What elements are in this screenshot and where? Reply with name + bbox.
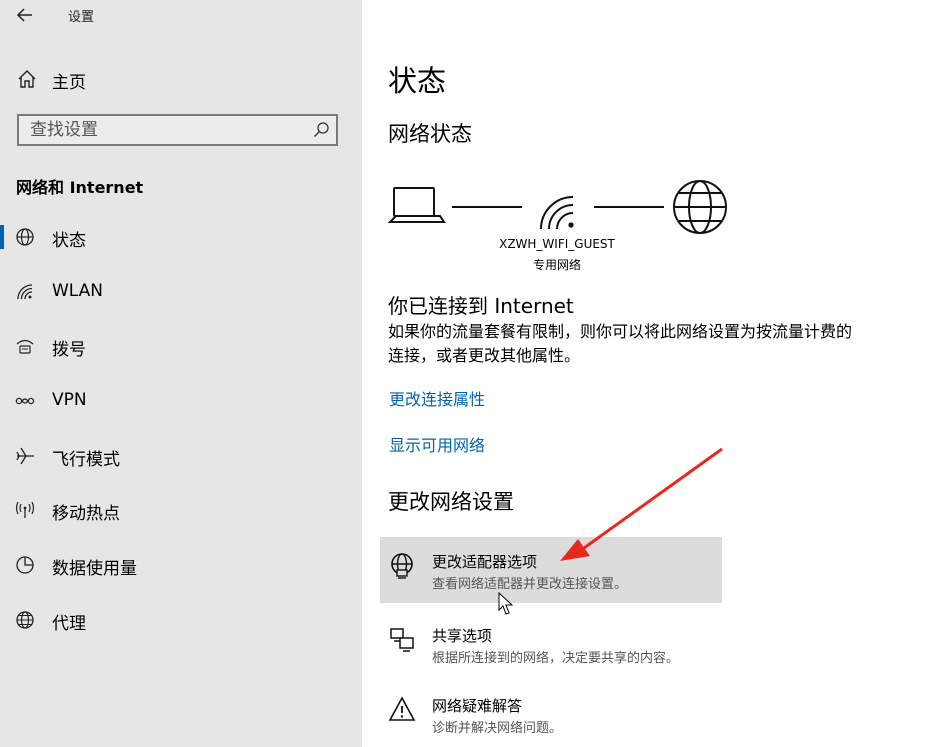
sidebar-item-label: 飞行模式 — [52, 449, 120, 470]
adapter-icon — [391, 553, 413, 579]
back-button[interactable] — [12, 2, 38, 28]
sidebar-item-label: 拨号 — [52, 340, 86, 361]
home-icon — [18, 70, 36, 88]
home-label: 主页 — [52, 73, 86, 93]
proxy-globe-icon — [16, 611, 34, 629]
sidebar-item-label: 数据使用量 — [52, 559, 137, 580]
internet-globe-icon — [673, 180, 727, 234]
back-arrow-icon — [16, 8, 32, 22]
sidebar-item-label: 移动热点 — [52, 504, 120, 525]
window-title: 设置 — [68, 10, 95, 25]
sidebar-item-dialup[interactable]: 拨号 — [0, 319, 362, 374]
sidebar-item-airplane[interactable]: 飞行模式 — [0, 429, 362, 484]
vpn-icon — [15, 397, 35, 405]
page-title: 状态 — [388, 64, 447, 98]
change-settings-heading: 更改网络设置 — [388, 490, 514, 514]
wifi-signal-icon — [540, 196, 574, 230]
sidebar-item-label: 代理 — [52, 613, 86, 634]
airplane-icon — [16, 447, 34, 465]
search-icon[interactable] — [312, 121, 330, 139]
option-description: 根据所连接到的网络，决定要共享的内容。 — [432, 651, 680, 666]
option-description: 诊断并解决网络问题。 — [432, 721, 563, 736]
wifi-icon — [17, 284, 33, 299]
option-title: 网络疑难解答 — [432, 697, 523, 715]
section-title: 网络和 Internet — [16, 178, 144, 197]
connected-title: 你已连接到 Internet — [388, 294, 574, 318]
option-title: 共享选项 — [432, 627, 493, 645]
search-input[interactable] — [19, 116, 310, 144]
option-title: 更改适配器选项 — [432, 553, 538, 571]
sharing-icon — [390, 628, 414, 652]
sidebar-item-hotspot[interactable]: 移动热点 — [0, 483, 362, 538]
option-troubleshoot[interactable]: 网络疑难解答 诊断并解决网络问题。 — [380, 681, 722, 747]
sidebar-item-label: 状态 — [52, 231, 86, 251]
sidebar-item-label: WLAN — [52, 280, 104, 301]
sidebar-item-home[interactable]: 主页 — [0, 60, 362, 98]
network-type: 专用网络 — [532, 258, 581, 272]
sidebar-item-wlan[interactable]: WLAN — [0, 265, 362, 320]
show-available-networks-link[interactable]: 显示可用网络 — [389, 432, 485, 456]
laptop-icon — [387, 187, 446, 223]
option-description: 查看网络适配器并更改连接设置。 — [432, 577, 628, 592]
sidebar-item-label: VPN — [52, 390, 87, 411]
sidebar-item-status[interactable]: 状态 — [0, 210, 362, 265]
data-usage-icon — [16, 556, 34, 574]
warning-icon — [388, 696, 416, 721]
sidebar-item-vpn[interactable]: VPN — [0, 374, 362, 429]
sidebar-nav: 状态 WLAN 拨号 VPN 飞行模式 移动热点 数据使用量 代理 — [0, 210, 362, 648]
network-status-heading: 网络状态 — [388, 122, 472, 146]
sidebar-item-proxy[interactable]: 代理 — [0, 593, 362, 648]
sidebar: 设置 主页 网络和 Internet 状态 — [0, 0, 362, 747]
change-connection-properties-link[interactable]: 更改连接属性 — [389, 386, 485, 410]
sidebar-item-data-usage[interactable]: 数据使用量 — [0, 538, 362, 593]
option-sharing[interactable]: 共享选项 根据所连接到的网络，决定要共享的内容。 — [380, 611, 722, 677]
dialup-icon — [16, 340, 34, 354]
connected-description: 如果你的流量套餐有限制，则你可以将此网络设置为按流量计费的连接，或者更改其他属性… — [388, 322, 853, 365]
main-content: 状态 网络状态 XZWH_WIFI_GUEST 专用网络 你已连接到 Inter… — [362, 0, 926, 747]
globe-status-icon — [16, 228, 34, 246]
network-ssid: XZWH_WIFI_GUEST — [499, 237, 615, 251]
search-box[interactable] — [17, 114, 338, 146]
hotspot-icon — [15, 502, 35, 519]
option-change-adapter[interactable]: 更改适配器选项 查看网络适配器并更改连接设置。 — [380, 537, 722, 603]
